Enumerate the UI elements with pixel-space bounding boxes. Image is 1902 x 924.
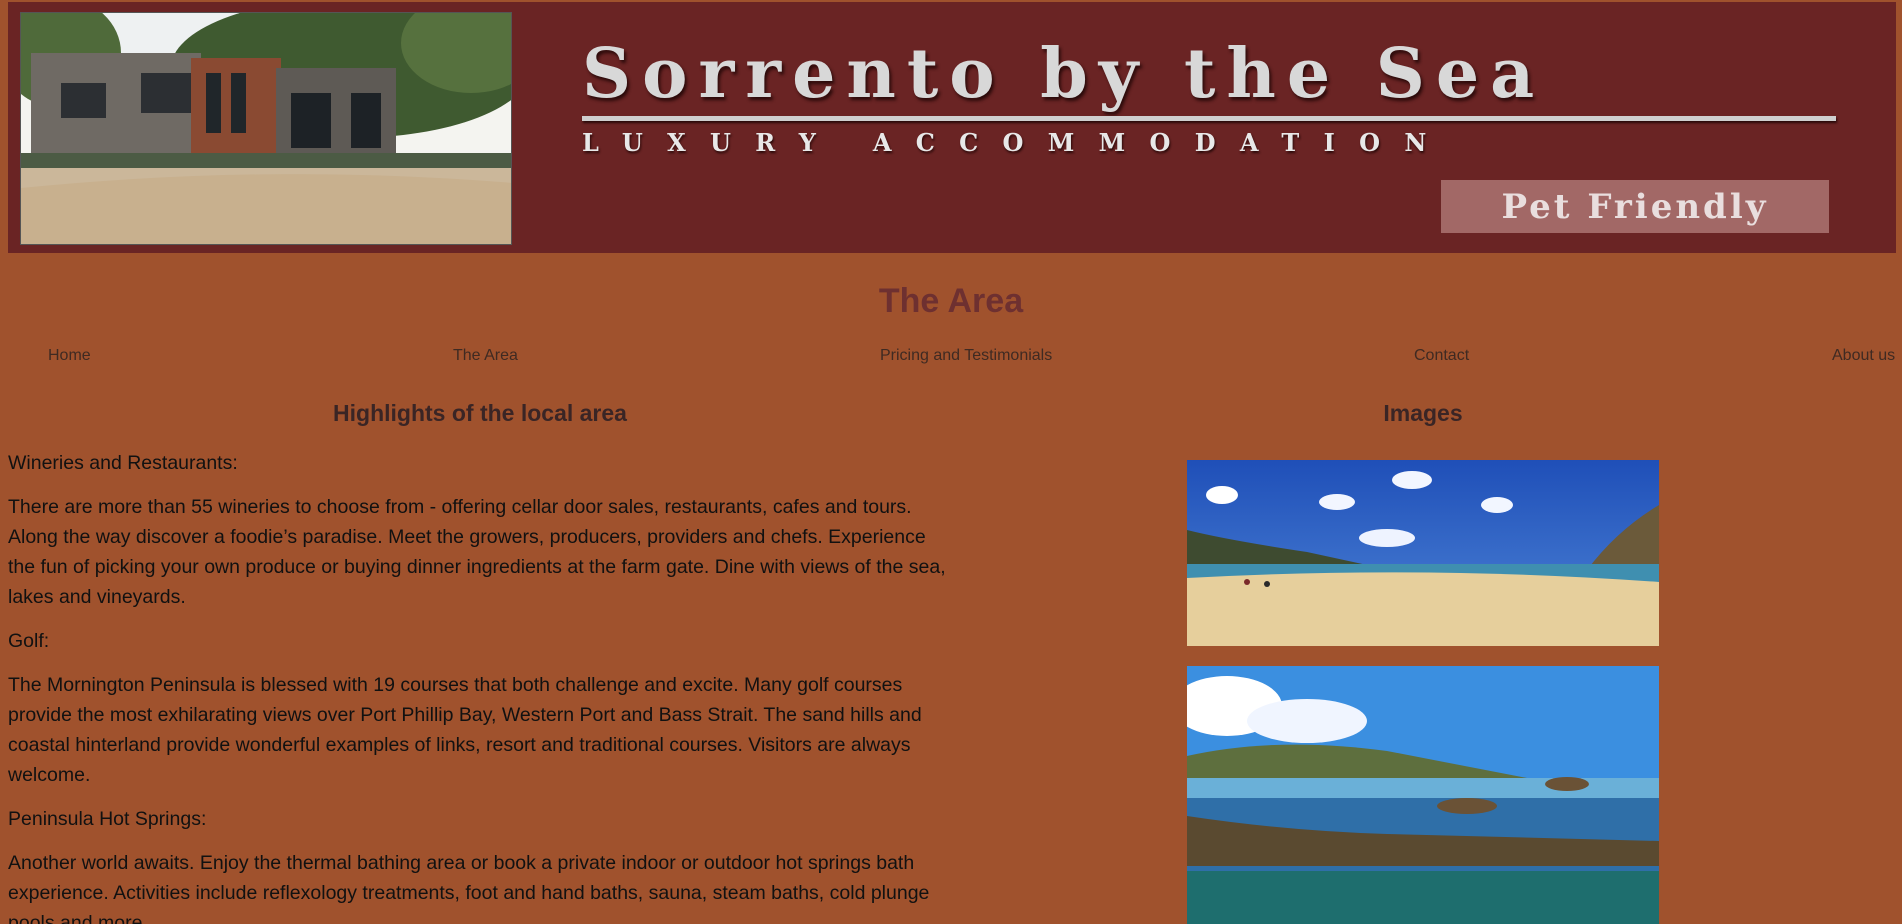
nav-pricing-testimonials[interactable]: Pricing and Testimonials xyxy=(880,347,1052,365)
site-subtitle: LUXURY ACCOMMODATION xyxy=(582,128,1451,157)
golf-text: The Mornington Peninsula is blessed with… xyxy=(8,674,922,786)
main-nav: Home The Area Pricing and Testimonials C… xyxy=(0,347,1902,367)
rock-pool-image xyxy=(1187,666,1659,924)
highlights-section: Highlights of the local area Wineries an… xyxy=(8,400,952,924)
beach-panorama-image xyxy=(1187,460,1659,646)
header-banner: Sorrento by the Sea LUXURY ACCOMMODATION… xyxy=(8,2,1896,253)
hot-springs-text: Another world awaits. Enjoy the thermal … xyxy=(8,852,930,924)
nav-home[interactable]: Home xyxy=(48,347,91,365)
pet-friendly-label: Pet Friendly xyxy=(1501,186,1769,227)
highlights-heading: Highlights of the local area xyxy=(333,400,627,426)
wineries-text: There are more than 55 wineries to choos… xyxy=(8,496,946,608)
nav-about-us[interactable]: About us xyxy=(1832,347,1895,365)
title-divider xyxy=(582,116,1836,121)
wineries-heading: Wineries and Restaurants: xyxy=(8,452,238,474)
images-heading: Images xyxy=(1383,400,1463,426)
site-title: Sorrento by the Sea xyxy=(582,34,1546,114)
page-title: The Area xyxy=(878,282,1024,320)
golf-heading: Golf: xyxy=(8,630,50,652)
house-photo xyxy=(20,12,512,245)
pet-friendly-badge: Pet Friendly xyxy=(1441,180,1829,233)
hot-springs-heading: Peninsula Hot Springs: xyxy=(8,808,207,830)
images-section: Images xyxy=(1000,400,1846,924)
nav-the-area[interactable]: The Area xyxy=(453,347,518,365)
nav-contact[interactable]: Contact xyxy=(1414,347,1469,365)
